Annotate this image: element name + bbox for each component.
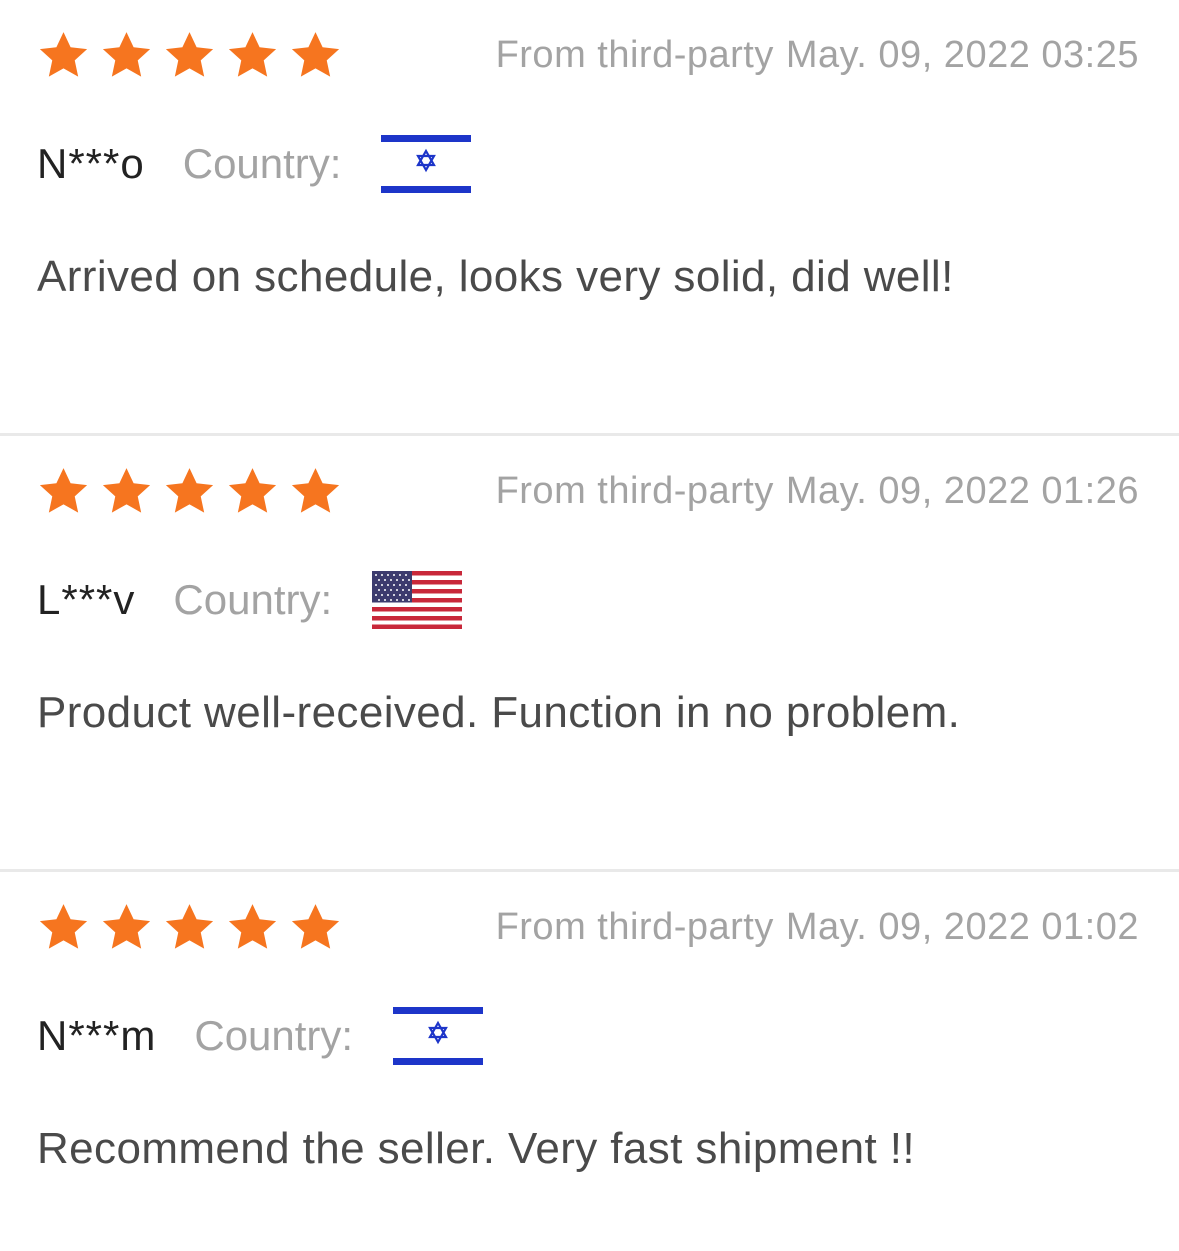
- star-rating: [36, 900, 343, 955]
- israel-flag-icon: [381, 135, 472, 193]
- review-list: From third-party May. 09, 2022 03:25 N***…: [0, 0, 1179, 1251]
- star-icon: [228, 32, 277, 77]
- country-label: Country:: [173, 576, 333, 623]
- star-icon: [102, 904, 151, 949]
- star-icon: [102, 32, 151, 77]
- review-meta: From third-party May. 09, 2022 01:26: [496, 470, 1139, 513]
- review-comment: Product well-received. Function in no pr…: [37, 688, 961, 737]
- review-comment: Arrived on schedule, looks very solid, d…: [37, 252, 954, 301]
- usa-flag-icon: [372, 571, 463, 629]
- review-source: From third-party: [495, 906, 774, 948]
- review-item: From third-party May. 09, 2022 01:02 N***…: [0, 872, 1179, 1251]
- reviewer-name: N***o: [37, 140, 145, 187]
- star-icon: [291, 904, 340, 949]
- star-rating: [36, 464, 343, 519]
- star-icon: [39, 32, 88, 77]
- israel-flag-icon: [393, 1007, 484, 1065]
- star-icon: [165, 468, 214, 513]
- review-meta: From third-party May. 09, 2022 01:02: [496, 906, 1139, 949]
- star-rating: [36, 28, 343, 83]
- star-icon: [165, 32, 214, 77]
- review-date: May. 09, 2022 01:02: [785, 906, 1139, 948]
- review-source: From third-party: [495, 470, 774, 512]
- review-item: From third-party May. 09, 2022 01:26 L***…: [0, 436, 1179, 872]
- star-icon: [291, 468, 340, 513]
- review-date: May. 09, 2022 01:26: [785, 470, 1139, 512]
- reviewer-info: N***o Country:: [37, 134, 472, 194]
- star-icon: [291, 32, 340, 77]
- reviewer-info: N***m Country:: [37, 1006, 484, 1066]
- country-label: Country:: [182, 140, 342, 187]
- star-icon: [102, 468, 151, 513]
- star-icon: [39, 468, 88, 513]
- review-meta: From third-party May. 09, 2022 03:25: [496, 34, 1139, 77]
- reviewer-name: L***v: [37, 576, 136, 623]
- star-icon: [39, 904, 88, 949]
- reviewer-info: L***v Country:: [37, 570, 463, 630]
- review-item: From third-party May. 09, 2022 03:25 N***…: [0, 0, 1179, 436]
- review-date: May. 09, 2022 03:25: [785, 34, 1139, 76]
- reviewer-name: N***m: [37, 1012, 157, 1059]
- country-label: Country:: [194, 1012, 354, 1059]
- star-icon: [228, 468, 277, 513]
- review-comment: Recommend the seller. Very fast shipment…: [37, 1124, 916, 1173]
- review-source: From third-party: [495, 34, 774, 76]
- star-icon: [165, 904, 214, 949]
- star-icon: [228, 904, 277, 949]
